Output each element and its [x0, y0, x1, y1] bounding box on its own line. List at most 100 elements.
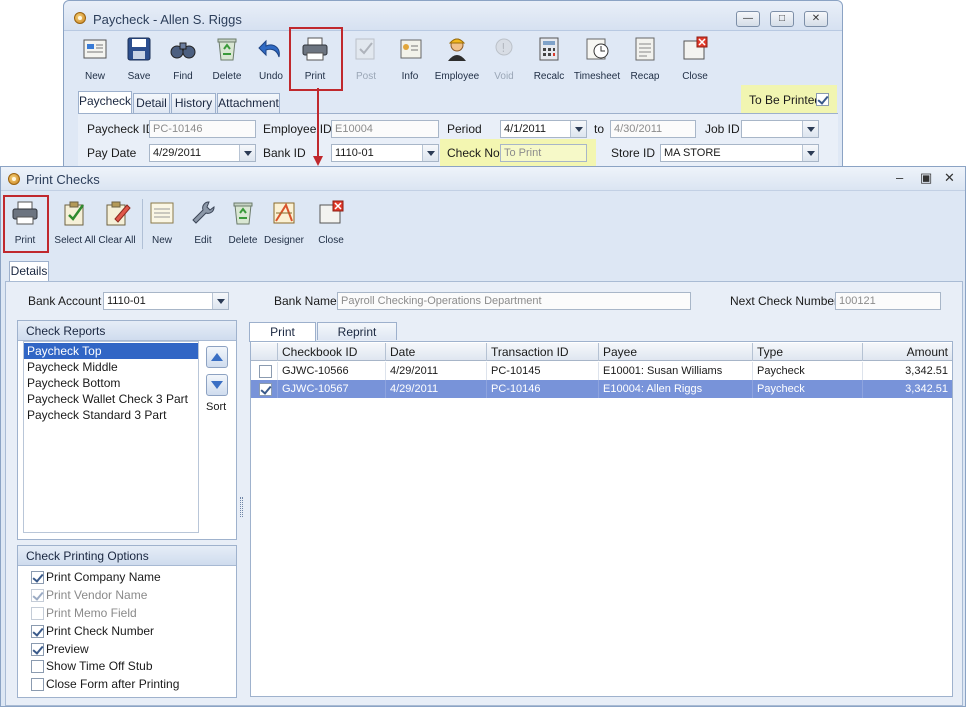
job-id-label: Job ID: [705, 122, 740, 136]
bank-name-field[interactable]: Payroll Checking-Operations Department: [337, 292, 691, 310]
preview-checkbox[interactable]: [31, 643, 44, 656]
paycheck-window: Paycheck - Allen S. Riggs — □ ✕ New Save…: [63, 0, 843, 171]
to-be-printed-checkbox[interactable]: [816, 93, 829, 106]
check-reports-title: Check Reports: [18, 321, 236, 341]
check-reports-list[interactable]: Paycheck Top Paycheck Middle Paycheck Bo…: [23, 341, 199, 533]
designer-button[interactable]: Designer: [262, 197, 306, 253]
job-id-field[interactable]: [741, 120, 819, 138]
move-up-button[interactable]: [206, 346, 228, 368]
print-highlight-frame: [3, 195, 49, 253]
paycheck-titlebar: Paycheck - Allen S. Riggs — □ ✕: [64, 1, 842, 31]
chevron-down-icon[interactable]: [212, 293, 228, 309]
row-select-cell: [251, 380, 278, 398]
tab-print-checks[interactable]: Print Checks: [249, 322, 316, 357]
close-form-after-printing-checkbox[interactable]: [31, 678, 44, 691]
next-check-number-field[interactable]: 100121: [835, 292, 941, 310]
show-time-off-stub-label: Show Time Off Stub: [46, 659, 153, 673]
employee-button[interactable]: Employee: [435, 33, 479, 89]
window-close-icon[interactable]: ✕: [944, 170, 955, 186]
print-check-number-checkbox[interactable]: [31, 625, 44, 638]
recalc-button[interactable]: Recalc: [527, 33, 571, 89]
wrench-icon: [192, 201, 215, 224]
close-icon: [319, 200, 344, 224]
chevron-down-icon[interactable]: [802, 121, 818, 137]
pay-date-label: Pay Date: [87, 146, 137, 160]
print-memo-field-checkbox[interactable]: [31, 607, 44, 620]
period-to-label: to: [594, 122, 605, 136]
period-from-value: 4/1/2011: [504, 123, 547, 135]
timesheet-icon: [586, 38, 609, 60]
table-row[interactable]: GJWC-10566 4/29/2011 PC-10145 E10001: Su…: [251, 362, 952, 380]
splitter-handle[interactable]: [240, 497, 243, 517]
close-button[interactable]: Close: [673, 33, 717, 89]
bank-id-field[interactable]: 1110-01: [331, 144, 439, 162]
timesheet-button[interactable]: Timesheet: [574, 33, 620, 89]
recap-button[interactable]: Recap: [623, 33, 667, 89]
chevron-down-icon[interactable]: [239, 145, 255, 161]
store-id-value: MA STORE: [664, 147, 721, 159]
maximize-icon[interactable]: ▣: [920, 170, 932, 186]
row-checkbox[interactable]: [259, 365, 272, 378]
close-button-label: Close: [318, 235, 344, 246]
show-time-off-stub-checkbox[interactable]: [31, 660, 44, 673]
list-item[interactable]: Paycheck Standard 3 Part: [24, 407, 198, 423]
column-header-type[interactable]: Type: [753, 343, 863, 361]
row-checkbox[interactable]: [259, 383, 272, 396]
table-row[interactable]: GJWC-10567 4/29/2011 PC-10146 E10004: Al…: [251, 380, 952, 398]
app-icon: [8, 173, 20, 185]
bank-account-label: Bank Account: [28, 294, 102, 308]
tab-paycheck[interactable]: Paycheck: [78, 91, 132, 113]
tab-detail[interactable]: Detail: [133, 93, 170, 113]
period-from-field[interactable]: 4/1/2011: [500, 120, 587, 138]
minimize-icon[interactable]: —: [736, 11, 760, 27]
paycheck-window-title: Paycheck - Allen S. Riggs: [93, 12, 242, 27]
paycheck-id-field[interactable]: PC-10146: [149, 120, 256, 138]
list-item[interactable]: Paycheck Bottom: [24, 375, 198, 391]
bank-name-label: Bank Name: [274, 294, 337, 308]
column-header-transaction-id[interactable]: Transaction ID: [487, 343, 599, 361]
chevron-down-icon[interactable]: [802, 145, 818, 161]
bank-account-field[interactable]: 1110-01: [103, 292, 229, 310]
maximize-icon[interactable]: □: [770, 11, 794, 27]
list-item[interactable]: Paycheck Middle: [24, 359, 198, 375]
info-button[interactable]: Info: [388, 33, 432, 89]
check-no-field[interactable]: To Print: [500, 144, 587, 162]
new-document-icon: [83, 39, 107, 59]
chevron-down-icon[interactable]: [570, 121, 586, 137]
designer-icon: [273, 202, 295, 224]
pay-date-field[interactable]: 4/29/2011: [149, 144, 256, 162]
column-header-payee[interactable]: Payee: [599, 343, 753, 361]
print-highlight-frame: [289, 27, 343, 91]
column-header-amount[interactable]: Amount: [863, 343, 952, 361]
print-checks-toolbar: Print Select All Clear All New Edit Dele…: [1, 195, 966, 253]
print-checks-close-button[interactable]: Close: [309, 197, 353, 253]
calculator-icon: [539, 37, 559, 61]
select-column-header[interactable]: [251, 343, 278, 361]
tab-history[interactable]: History: [171, 93, 216, 113]
triangle-up-icon: [211, 353, 223, 361]
store-id-field[interactable]: MA STORE: [660, 144, 819, 162]
period-to-field[interactable]: 4/30/2011: [610, 120, 696, 138]
print-vendor-name-checkbox[interactable]: [31, 589, 44, 602]
chevron-down-icon[interactable]: [422, 145, 438, 161]
list-item[interactable]: Paycheck Top: [24, 343, 198, 359]
tab-reprint-checks[interactable]: Reprint Checks: [317, 322, 397, 357]
paycheck-tabs: Paycheck Detail History Attachment: [78, 91, 378, 113]
print-company-name-checkbox[interactable]: [31, 571, 44, 584]
column-header-checkbook-id[interactable]: Checkbook ID: [278, 343, 386, 361]
column-header-date[interactable]: Date: [386, 343, 487, 361]
recap-icon: [635, 37, 655, 61]
employee-id-field[interactable]: E10004: [331, 120, 439, 138]
new-document-icon: [150, 202, 174, 224]
sort-label: Sort: [206, 401, 227, 413]
window-close-icon[interactable]: ✕: [804, 11, 828, 27]
move-down-button[interactable]: [206, 374, 228, 396]
tab-attachment[interactable]: Attachment: [217, 93, 280, 113]
print-checks-window: Print Checks – ▣ ✕ Print Select All Clea…: [0, 166, 966, 707]
minimize-icon[interactable]: –: [896, 170, 903, 185]
list-item[interactable]: Paycheck Wallet Check 3 Part: [24, 391, 198, 407]
payee-cell: E10001: Susan Williams: [599, 362, 753, 380]
check-printing-options-panel: Check Printing Options Print Company Nam…: [17, 545, 237, 698]
tab-details[interactable]: Details: [9, 261, 49, 281]
connector-arrow-icon: [313, 88, 323, 166]
